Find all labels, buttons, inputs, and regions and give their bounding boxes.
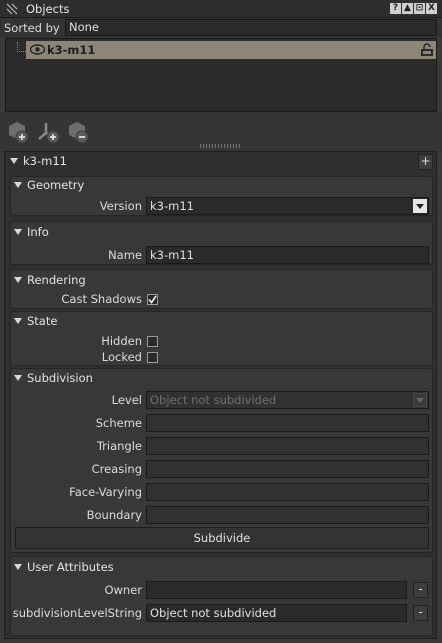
chevron-down-icon[interactable] — [413, 199, 427, 213]
rendering-title: Rendering — [27, 273, 86, 287]
version-value: k3-m11 — [150, 199, 194, 213]
user-attributes-title: User Attributes — [27, 560, 114, 574]
rendering-header[interactable]: Rendering — [14, 273, 86, 287]
version-select[interactable]: k3-m11 — [146, 197, 429, 215]
level-label: Level — [111, 393, 142, 407]
geometry-title: Geometry — [27, 178, 85, 192]
triangle-label: Triangle — [96, 439, 142, 453]
tree-item[interactable]: k3-m11 — [26, 41, 436, 59]
scheme-field[interactable] — [146, 414, 429, 432]
collapse-triangle-icon[interactable] — [14, 182, 22, 188]
boundary-label: Boundary — [86, 508, 142, 522]
info-title: Info — [27, 225, 49, 239]
hidden-checkbox[interactable] — [147, 336, 158, 347]
locked-label: Locked — [101, 350, 142, 364]
subdivision-level-string-label: subdivisionLevelString — [12, 606, 142, 620]
inspector-panel: k3-m11 + Geometry Version k3-m11 Info Na… — [4, 151, 437, 639]
face-varying-label: Face-Varying — [69, 485, 142, 499]
version-label: Version — [99, 199, 142, 213]
sort-select[interactable]: None — [65, 19, 437, 36]
window-titlebar: Objects ? ▲ ⊡ X — [0, 0, 442, 18]
user-attributes-header[interactable]: User Attributes — [14, 560, 114, 574]
tree-item-label: k3-m11 — [47, 43, 96, 57]
add-locator-icon[interactable] — [36, 120, 60, 144]
object-name: k3-m11 — [23, 154, 67, 168]
geometry-header[interactable]: Geometry — [14, 178, 84, 192]
state-header[interactable]: State — [14, 314, 57, 328]
state-section: State Hidden Locked — [10, 311, 433, 366]
splitter-handle[interactable] — [200, 144, 240, 148]
collapse-triangle-icon[interactable] — [14, 277, 22, 283]
scheme-label: Scheme — [95, 416, 142, 430]
collapse-triangle-icon[interactable] — [14, 318, 22, 324]
subdivide-button[interactable]: Subdivide — [15, 527, 429, 549]
collapse-triangle-icon[interactable] — [14, 229, 22, 235]
geometry-section: Geometry Version k3-m11 — [10, 176, 433, 216]
hidden-label: Hidden — [101, 334, 142, 348]
level-select[interactable]: Object not subdivided — [146, 391, 429, 409]
collapse-triangle-icon[interactable] — [10, 158, 18, 164]
sorted-by-label: Sorted by — [4, 21, 60, 35]
object-header[interactable]: k3-m11 — [10, 154, 67, 168]
info-header[interactable]: Info — [14, 225, 49, 239]
creasing-field[interactable] — [146, 460, 429, 478]
sort-select-value: None — [69, 20, 100, 34]
state-title: State — [27, 314, 58, 328]
subdivision-header[interactable]: Subdivision — [14, 371, 93, 385]
chevron-down-icon[interactable] — [413, 393, 427, 407]
owner-label: Owner — [104, 583, 142, 597]
subdivision-level-string-field[interactable]: Object not subdivided — [146, 604, 407, 622]
owner-field[interactable] — [146, 581, 407, 599]
close-icon[interactable]: X — [426, 3, 437, 14]
user-attributes-section: User Attributes Owner - subdivisionLevel… — [10, 556, 433, 636]
rendering-section: Rendering Cast Shadows — [10, 269, 433, 309]
add-attribute-button[interactable]: + — [418, 154, 433, 170]
creasing-label: Creasing — [91, 462, 142, 476]
face-varying-field[interactable] — [146, 483, 429, 501]
subdivision-title: Subdivision — [27, 371, 93, 385]
collapse-triangle-icon[interactable] — [14, 564, 22, 570]
remove-subdivision-level-string-button[interactable]: - — [413, 605, 428, 621]
sort-bar: Sorted by None — [0, 18, 442, 38]
minimize-icon[interactable]: ▲ — [402, 3, 413, 14]
info-section: Info Name k3-m11 — [10, 221, 433, 265]
locked-checkbox[interactable] — [147, 352, 158, 363]
cast-shadows-label: Cast Shadows — [61, 292, 142, 306]
tree-connector — [17, 42, 26, 52]
triangle-field[interactable] — [146, 437, 429, 455]
checkmark-icon — [148, 295, 157, 304]
boundary-field[interactable] — [146, 506, 429, 524]
remove-object-icon[interactable] — [66, 120, 90, 144]
remove-owner-button[interactable]: - — [413, 582, 428, 598]
add-object-icon[interactable] — [6, 120, 30, 144]
collapse-triangle-icon[interactable] — [14, 375, 22, 381]
window-title: Objects — [26, 2, 70, 16]
float-icon[interactable]: ⊡ — [414, 3, 425, 14]
lock-icon[interactable] — [420, 43, 434, 57]
window-grip-icon[interactable] — [6, 3, 18, 15]
eye-icon[interactable] — [30, 44, 45, 55]
name-field[interactable]: k3-m11 — [146, 246, 429, 264]
cast-shadows-checkbox[interactable] — [147, 294, 158, 305]
help-icon[interactable]: ? — [390, 3, 401, 14]
name-label: Name — [108, 248, 142, 262]
subdivision-section: Subdivision Level Object not subdivided … — [10, 368, 433, 553]
object-tree[interactable]: k3-m11 — [5, 38, 437, 112]
level-placeholder: Object not subdivided — [150, 393, 277, 407]
